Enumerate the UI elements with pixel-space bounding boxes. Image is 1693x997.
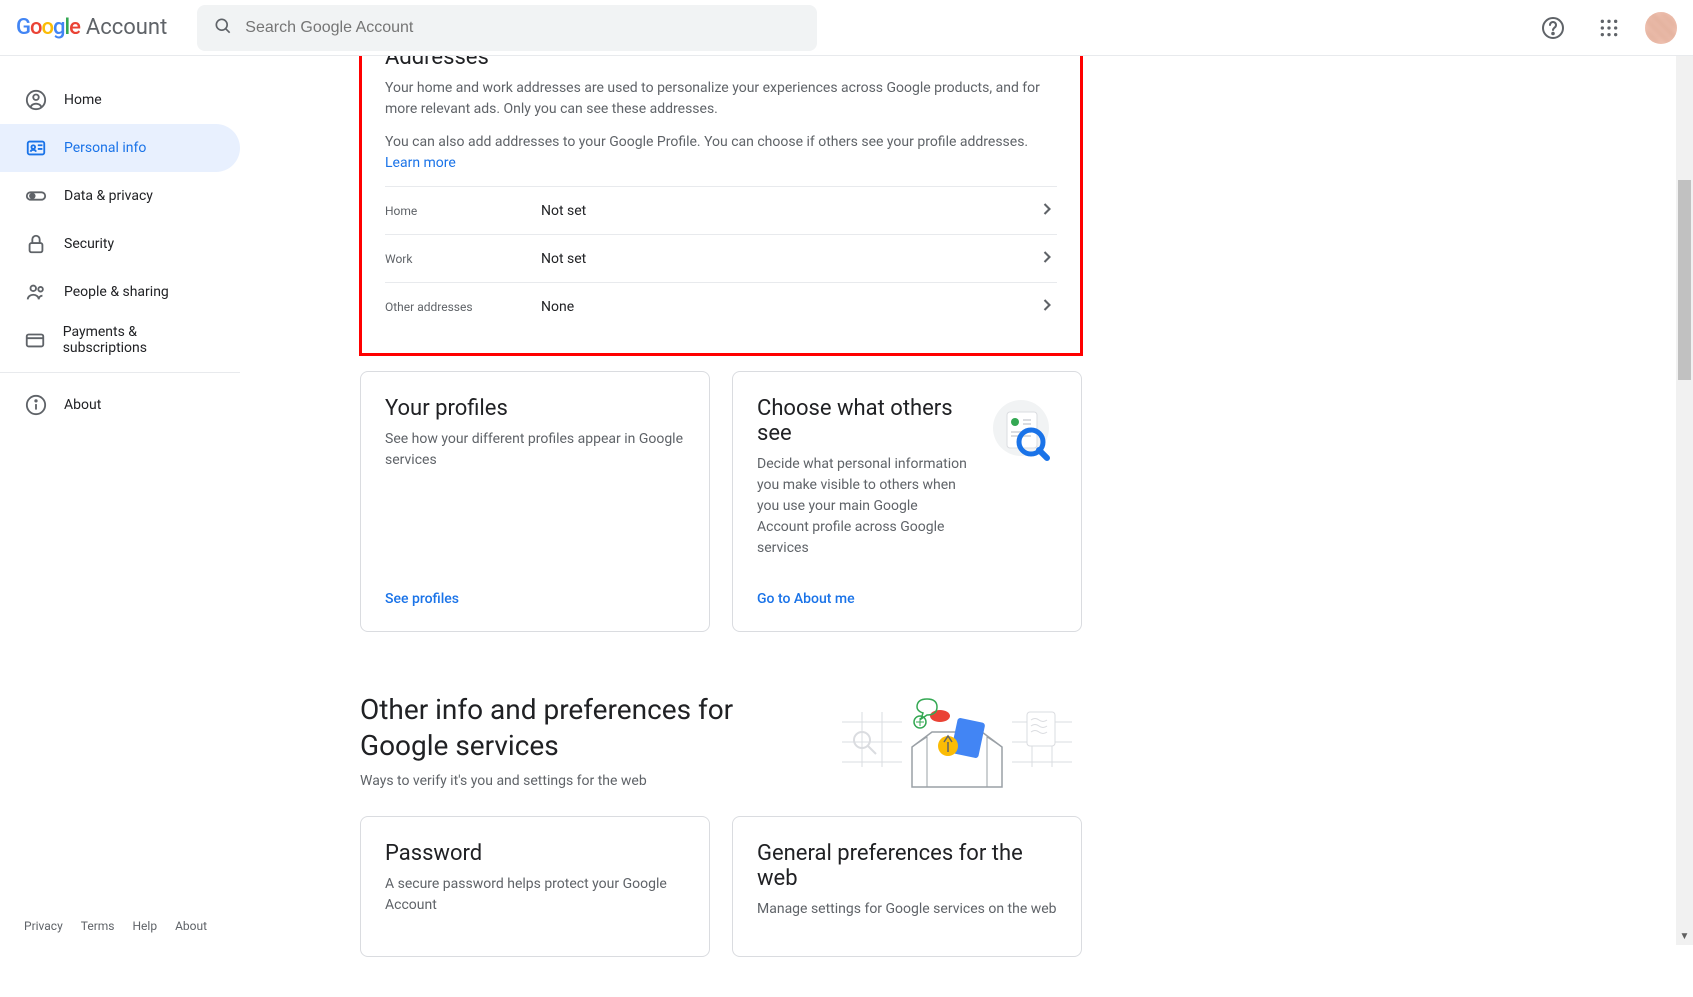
id-card-icon	[24, 136, 48, 160]
general-prefs-desc: Manage settings for Google services on t…	[757, 899, 1057, 920]
sidebar-item-people-sharing[interactable]: People & sharing	[0, 268, 240, 316]
person-circle-icon	[24, 88, 48, 112]
sidebar-item-label: Security	[64, 236, 114, 252]
choose-others-see-card: Choose what others see Decide what perso…	[732, 371, 1082, 632]
password-title: Password	[385, 841, 685, 866]
vertical-scrollbar[interactable]: ▲ ▼	[1676, 0, 1693, 945]
others-desc: Decide what personal information you mak…	[757, 454, 969, 559]
addresses-desc2: You can also add addresses to your Googl…	[385, 132, 1057, 174]
general-prefs-card[interactable]: General preferences for the web Manage s…	[732, 816, 1082, 957]
sidebar-item-data-privacy[interactable]: Data & privacy	[0, 172, 240, 220]
sidebar-item-label: Payments & subscriptions	[63, 324, 216, 356]
footer-link-help[interactable]: Help	[133, 919, 158, 933]
product-name: Account	[86, 15, 167, 40]
row-label: Other addresses	[385, 300, 541, 314]
sidebar-item-security[interactable]: Security	[0, 220, 240, 268]
chevron-right-icon	[1037, 199, 1057, 223]
bottom-cards-row: Password A secure password helps protect…	[360, 816, 1082, 957]
sidebar-item-about[interactable]: About	[0, 381, 240, 429]
sidebar-item-label: About	[64, 397, 101, 413]
sidebar-item-label: Home	[64, 92, 102, 108]
info-icon	[24, 393, 48, 417]
address-row-work[interactable]: Work Not set	[385, 234, 1057, 282]
password-desc: A secure password helps protect your Goo…	[385, 874, 685, 916]
see-profiles-link[interactable]: See profiles	[385, 571, 685, 607]
profile-cards-row: Your profiles See how your different pro…	[360, 371, 1082, 632]
lock-icon	[24, 232, 48, 256]
profile-search-illustration	[985, 396, 1057, 468]
sidebar-divider	[0, 372, 240, 373]
address-row-home[interactable]: Home Not set	[385, 186, 1057, 234]
search-bar[interactable]	[197, 5, 817, 51]
scroll-down-arrow-icon[interactable]: ▼	[1676, 928, 1693, 945]
go-to-about-me-link[interactable]: Go to About me	[757, 571, 1057, 607]
toggle-icon	[24, 184, 48, 208]
sidebar-item-label: Personal info	[64, 140, 146, 156]
row-value: Not set	[541, 203, 1037, 219]
sidebar-item-home[interactable]: Home	[0, 76, 240, 124]
address-row-other[interactable]: Other addresses None	[385, 282, 1057, 330]
footer: Privacy Terms Help About	[0, 907, 231, 945]
sidebar-item-label: People & sharing	[64, 284, 169, 300]
addresses-desc1: Your home and work addresses are used to…	[385, 78, 1057, 120]
avatar[interactable]	[1645, 12, 1677, 44]
help-icon[interactable]	[1533, 8, 1573, 48]
profiles-title: Your profiles	[385, 396, 685, 421]
learn-more-link[interactable]: Learn more	[385, 155, 456, 171]
people-icon	[24, 280, 48, 304]
sidebar: Home Personal info Data & privacy Securi…	[0, 56, 280, 945]
others-title: Choose what others see	[757, 396, 969, 446]
footer-link-privacy[interactable]: Privacy	[24, 919, 63, 933]
addresses-card: Addresses Your home and work addresses a…	[360, 20, 1082, 355]
preferences-illustration	[832, 692, 1082, 792]
addresses-desc2-text: You can also add addresses to your Googl…	[385, 134, 1028, 150]
footer-link-about[interactable]: About	[175, 919, 207, 933]
credit-card-icon	[24, 328, 47, 352]
sidebar-item-label: Data & privacy	[64, 188, 153, 204]
sidebar-item-payments[interactable]: Payments & subscriptions	[0, 316, 240, 364]
row-label: Home	[385, 204, 541, 218]
other-info-section-head: Other info and preferences for Google se…	[360, 692, 1082, 792]
other-info-title: Other info and preferences for Google se…	[360, 692, 792, 765]
footer-link-terms[interactable]: Terms	[81, 919, 115, 933]
other-info-subtitle: Ways to verify it's you and settings for…	[360, 773, 792, 789]
password-card[interactable]: Password A secure password helps protect…	[360, 816, 710, 957]
your-profiles-card: Your profiles See how your different pro…	[360, 371, 710, 632]
row-label: Work	[385, 252, 541, 266]
row-value: Not set	[541, 251, 1037, 267]
search-icon	[213, 16, 233, 40]
chevron-right-icon	[1037, 295, 1057, 319]
apps-icon[interactable]	[1589, 8, 1629, 48]
scrollbar-thumb[interactable]	[1678, 180, 1691, 380]
chevron-right-icon	[1037, 247, 1057, 271]
general-prefs-title: General preferences for the web	[757, 841, 1057, 891]
search-input[interactable]	[245, 19, 801, 37]
main-content: Addresses Your home and work addresses a…	[280, 0, 1693, 997]
logo[interactable]: Google Account	[16, 15, 167, 40]
row-value: None	[541, 299, 1037, 315]
google-logo-text: Google	[16, 15, 80, 40]
header-bar: Google Account	[0, 0, 1693, 56]
profiles-desc: See how your different profiles appear i…	[385, 429, 685, 471]
header-right	[1533, 8, 1677, 48]
sidebar-item-personal-info[interactable]: Personal info	[0, 124, 240, 172]
